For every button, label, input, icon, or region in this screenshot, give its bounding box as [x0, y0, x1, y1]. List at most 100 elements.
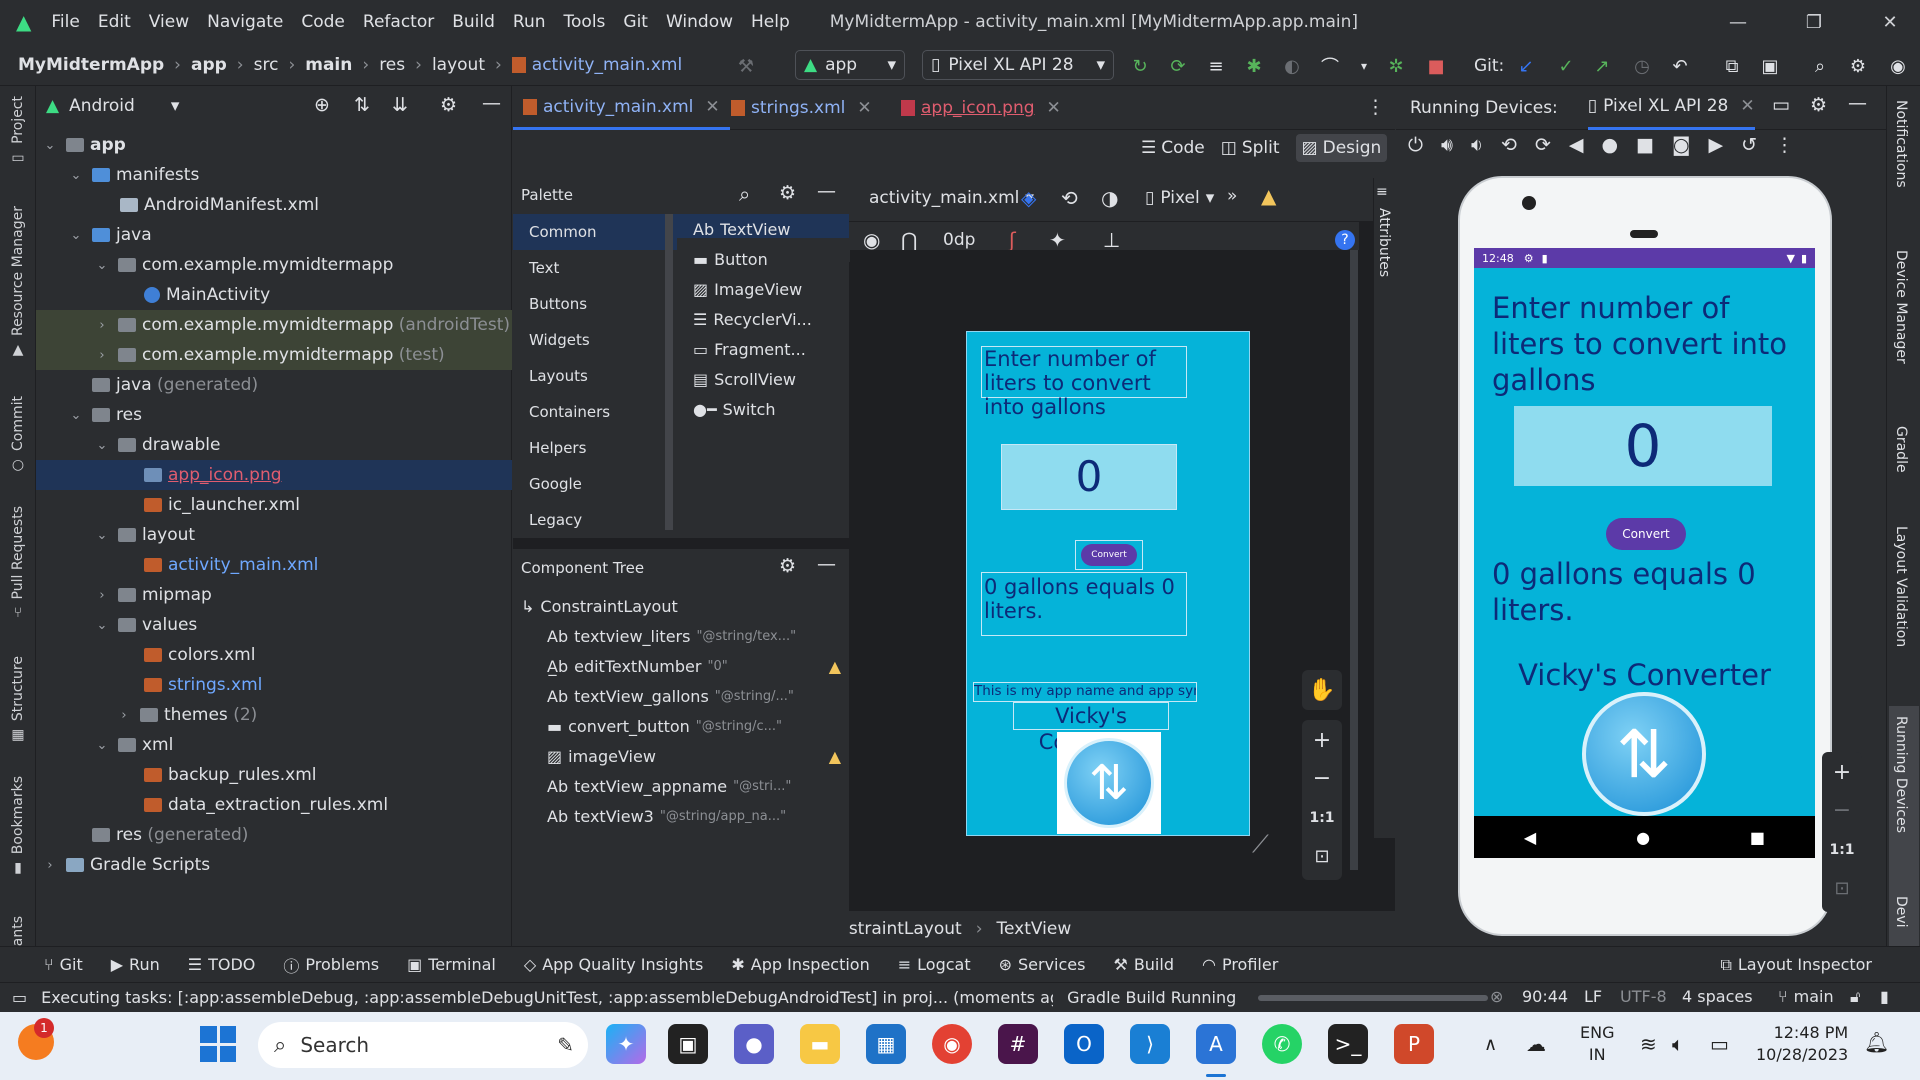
breadcrumb-textview[interactable]: TextView	[997, 919, 1072, 939]
pan-tool-icon[interactable]: ✋	[1302, 670, 1342, 710]
rotate-left-icon[interactable]: ⟲	[1501, 134, 1517, 156]
preview-textview-liters[interactable]: Enter number of liters to convert into g…	[981, 346, 1187, 419]
palette-item-scrollview[interactable]: ▤ ScrollView	[693, 364, 849, 394]
search-icon[interactable]: ⌕	[739, 182, 750, 206]
attributes-icon[interactable]: ≡	[1376, 184, 1388, 200]
teams-icon[interactable]: ●	[734, 1024, 774, 1064]
palette-category-legacy[interactable]: Legacy	[513, 502, 677, 538]
device-select[interactable]: ▯ Pixel XL API 28 ▾	[922, 50, 1114, 80]
overflow-icon[interactable]: »	[1227, 186, 1237, 206]
zoom-out-button[interactable]: −	[1822, 790, 1862, 830]
tree-item-package-androidtest[interactable]: › com.example.mymidtermapp (androidTest)	[36, 310, 512, 340]
palette-item-switch[interactable]: ●━ Switch	[693, 394, 849, 424]
show-hidden-icons[interactable]: ∧	[1484, 1034, 1497, 1055]
zoom-to-fit-icon[interactable]: ⊡	[1302, 836, 1342, 876]
overview-icon[interactable]: ■	[1636, 134, 1654, 156]
menu-navigate[interactable]: Navigate	[207, 12, 283, 32]
tree-item-res[interactable]: ⌄ res	[36, 400, 512, 430]
preview-textview-caption[interactable]: This is my app name and app symbol	[973, 682, 1197, 702]
record-icon[interactable]: ▶	[1708, 134, 1723, 156]
tree-item-values[interactable]: ⌄ values	[36, 610, 512, 640]
back-icon[interactable]: ◀	[1569, 134, 1584, 156]
caret-position[interactable]: 90:44	[1522, 987, 1568, 1006]
tree-item-androidmanifest[interactable]: AndroidManifest.xml	[36, 190, 512, 220]
project-view-select[interactable]: ▲ Android ▾	[46, 96, 179, 116]
hide-panel-icon[interactable]: —	[817, 553, 836, 575]
tab-project[interactable]: Project ▭	[0, 96, 36, 166]
menu-tools[interactable]: Tools	[564, 12, 606, 32]
palette-category-text[interactable]: Text	[513, 250, 677, 286]
volume-up-icon[interactable]: 🔊︎	[1441, 134, 1453, 156]
avatar-icon[interactable]: ◉	[1886, 54, 1910, 78]
close-icon[interactable]: ✕	[705, 97, 719, 117]
tab-commit[interactable]: Commit ○	[0, 396, 36, 473]
rollback-icon[interactable]: ↶	[1668, 54, 1692, 78]
tool-git[interactable]: ⑂ Git	[44, 955, 83, 974]
breadcrumb-res[interactable]: res	[379, 55, 405, 75]
tool-services[interactable]: ⊛ Services	[999, 955, 1086, 974]
screen-convert-button[interactable]: Convert	[1606, 518, 1686, 550]
run-config-select[interactable]: ▲ app ▾	[795, 50, 905, 80]
zoom-out-button[interactable]: −	[1302, 758, 1342, 798]
bug-icon[interactable]: ✲	[1384, 54, 1408, 78]
tab-activity-main[interactable]: activity_main.xml ✕	[513, 86, 730, 130]
menu-view[interactable]: View	[149, 12, 189, 32]
breadcrumb-layout[interactable]: layout	[432, 55, 485, 75]
tree-item-gradle-scripts[interactable]: › Gradle Scripts	[36, 850, 512, 880]
layers-icon[interactable]: ◈	[1021, 186, 1036, 210]
tab-app-icon[interactable]: app_icon.png ✕	[891, 86, 1071, 130]
tab-pull-requests[interactable]: Pull Requests ⑂	[0, 506, 36, 621]
breadcrumb-file[interactable]: activity_main.xml	[532, 55, 682, 75]
tree-item-manifests[interactable]: ⌄ manifests	[36, 160, 512, 190]
tree-item-app-icon[interactable]: app_icon.png	[36, 460, 512, 490]
windows-start-icon[interactable]	[200, 1026, 236, 1062]
tree-item-activity-main[interactable]: activity_main.xml	[36, 550, 512, 580]
warning-icon[interactable]: ▲	[1261, 184, 1276, 208]
notification-bell-icon[interactable]: 🔔︎	[1864, 1030, 1889, 1054]
menu-window[interactable]: Window	[666, 12, 733, 32]
attributes-tab[interactable]: Attributes	[1376, 208, 1392, 277]
gear-icon[interactable]: ⚙	[779, 555, 796, 577]
tree-item-data-extraction-rules[interactable]: data_extraction_rules.xml	[36, 790, 512, 820]
microsoft-store-icon[interactable]: ▦	[866, 1024, 906, 1064]
palette-category-widgets[interactable]: Widgets	[513, 322, 677, 358]
menu-edit[interactable]: Edit	[98, 12, 131, 32]
rotate-right-icon[interactable]: ⟳	[1535, 134, 1551, 156]
stop-icon[interactable]: ■	[1424, 54, 1448, 78]
file-encoding[interactable]: UTF-8	[1620, 987, 1667, 1006]
language-indicator[interactable]: ENG IN	[1580, 1022, 1614, 1066]
sdk-icon[interactable]: ▣	[1758, 54, 1782, 78]
tree-item-package-main[interactable]: ⌄ com.example.mymidtermapp	[36, 250, 512, 280]
device-preview-select[interactable]: ▯ Pixel ▾	[1145, 188, 1214, 208]
tree-item-drawable[interactable]: ⌄ drawable	[36, 430, 512, 460]
palette-category-common[interactable]: Common	[513, 214, 677, 250]
component-constraintlayout[interactable]: ↳ ConstraintLayout	[521, 591, 841, 621]
expand-all-icon[interactable]: ⇅	[354, 94, 370, 116]
restore-button[interactable]: ❐	[1786, 0, 1842, 44]
line-separator[interactable]: LF	[1584, 987, 1602, 1006]
device-tab[interactable]: ▯ Pixel XL API 28 ✕	[1587, 86, 1755, 130]
tab-running-devices[interactable]: Running Devices	[1893, 716, 1909, 833]
terminal-app-icon[interactable]: >_	[1328, 1024, 1368, 1064]
zoom-actual-size-button[interactable]: 1:1	[1822, 830, 1862, 870]
tree-item-ic-launcher[interactable]: ic_launcher.xml	[36, 490, 512, 520]
background-task-text[interactable]: Executing tasks: [:app:assembleDebug, :a…	[41, 988, 1053, 1007]
magnet-icon[interactable]: ⋂	[901, 228, 917, 252]
palette-item-imageview[interactable]: ▨ ImageView	[693, 274, 849, 304]
clear-constraints-icon[interactable]: ʃ	[1009, 228, 1016, 252]
palette-item-recyclerview[interactable]: ☰ RecyclerVi...	[693, 304, 849, 334]
power-icon[interactable]: ⏻	[1408, 134, 1423, 156]
breadcrumb-project[interactable]: MyMidtermApp	[18, 55, 164, 75]
preview-edittext-number[interactable]: 0	[1001, 444, 1177, 510]
device-screen[interactable]: 12:48 ⚙ ▮ ▼ ▮ Enter number of liters to …	[1474, 248, 1815, 858]
outlook-icon[interactable]: O	[1064, 1024, 1104, 1064]
tab-variants[interactable]: ants	[0, 916, 36, 946]
tree-item-app[interactable]: ⌄ app	[36, 130, 512, 160]
view-mode-design[interactable]: ▨ Design	[1295, 134, 1388, 162]
powerpoint-icon[interactable]: P	[1394, 1024, 1434, 1064]
nav-back-icon[interactable]: ◀	[1524, 828, 1536, 847]
tool-problems[interactable]: ⓘ Problems	[283, 953, 379, 977]
orientation-icon[interactable]: ⟲	[1061, 186, 1078, 210]
palette-category-buttons[interactable]: Buttons	[513, 286, 677, 322]
menu-help[interactable]: Help	[751, 12, 790, 32]
